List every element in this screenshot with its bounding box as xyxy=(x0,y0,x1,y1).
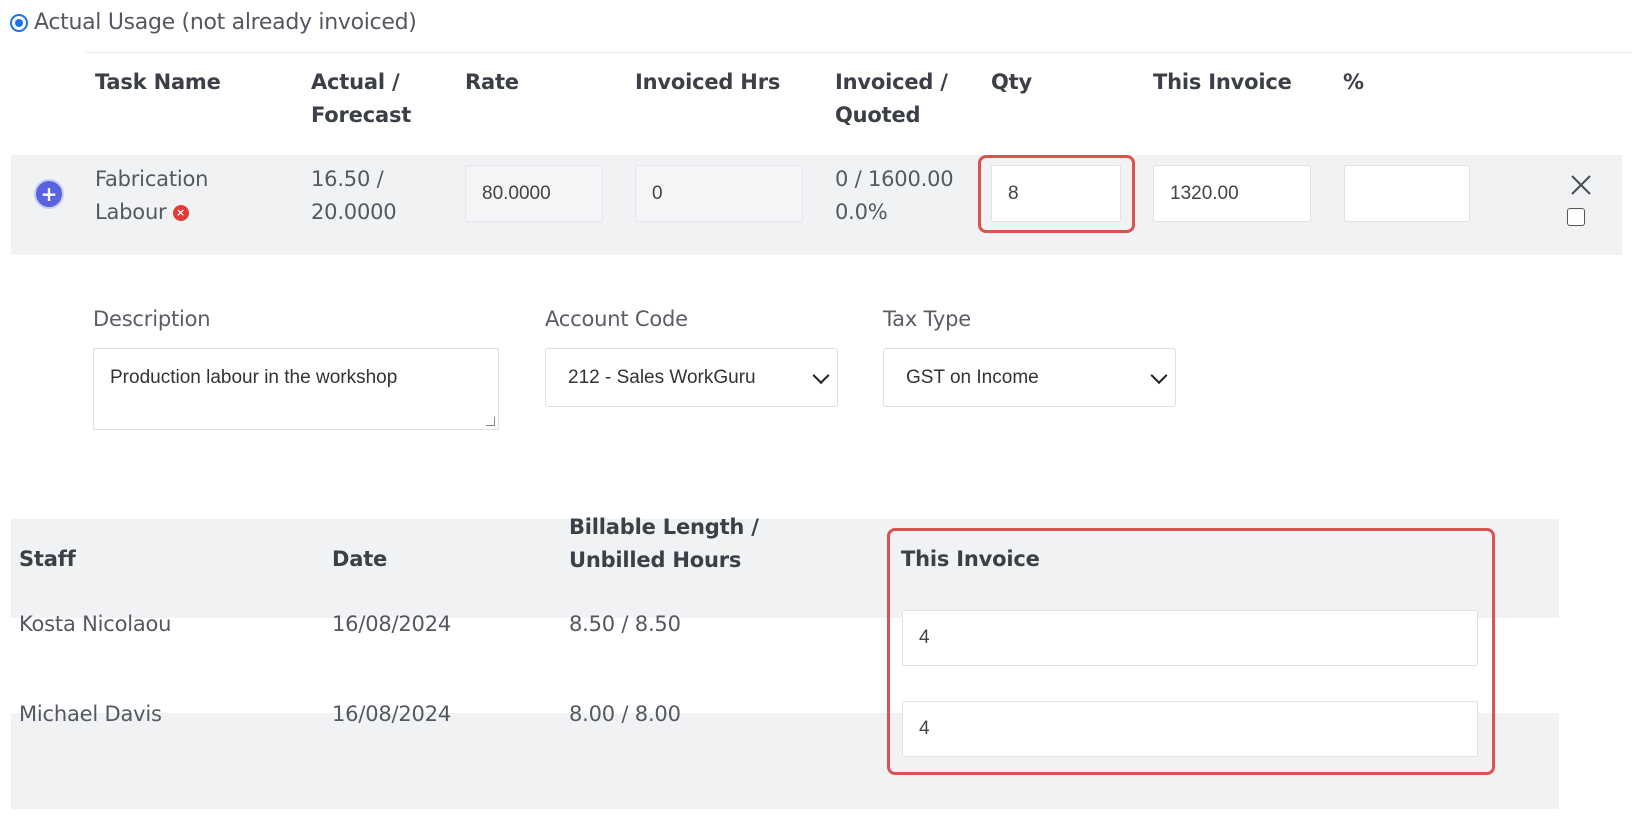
expand-row-icon[interactable]: + xyxy=(34,179,64,209)
account-code-label: Account Code xyxy=(545,307,688,331)
actual-usage-radio[interactable] xyxy=(10,13,28,32)
invoiced-hrs-field[interactable]: 0 xyxy=(635,165,803,222)
percent-input[interactable] xyxy=(1344,165,1470,222)
header-invoiced-quoted: Invoiced / Quoted xyxy=(835,70,948,127)
actual-usage-label: Actual Usage (not already invoiced) xyxy=(34,10,417,35)
billable-cell: 8.50 / 8.50 xyxy=(569,612,681,636)
this-invoice-input[interactable]: 1320.00 xyxy=(1153,165,1311,222)
chevron-down-icon xyxy=(812,366,830,384)
description-textarea[interactable]: Production labour in the workshop xyxy=(93,348,499,430)
invoiced-quoted-cell: 0 / 1600.00 0.0% xyxy=(835,167,954,224)
tax-type-select[interactable]: GST on Income xyxy=(883,348,1176,407)
header-actual-forecast: Actual / Forecast xyxy=(311,70,412,127)
tax-type-label: Tax Type xyxy=(883,307,971,331)
header-task-name: Task Name xyxy=(95,70,221,94)
staff-name-cell: Michael Davis xyxy=(19,702,162,726)
qty-input[interactable]: 8 xyxy=(991,165,1121,222)
actual-usage-option[interactable]: Actual Usage (not already invoiced) xyxy=(10,10,417,35)
header-invoiced-hrs: Invoiced Hrs xyxy=(635,70,781,94)
remove-task-icon[interactable]: × xyxy=(172,205,189,221)
row-select-checkbox[interactable] xyxy=(1567,208,1585,226)
header-percent: % xyxy=(1343,70,1364,94)
task-name-cell: Fabrication Labour × xyxy=(95,167,209,224)
date-cell: 16/08/2024 xyxy=(332,612,452,636)
header-staff: Staff xyxy=(19,547,76,571)
chevron-down-icon xyxy=(1150,366,1168,384)
header-this-invoice: This Invoice xyxy=(1153,70,1292,94)
header-qty: Qty xyxy=(991,70,1032,94)
staff-name-cell: Kosta Nicolaou xyxy=(19,612,172,636)
header-billable: Billable Length / Unbilled Hours xyxy=(569,515,759,572)
close-icon[interactable] xyxy=(1568,172,1594,198)
this-invoice-highlight xyxy=(887,528,1495,775)
actual-forecast-cell: 16.50 / 20.0000 xyxy=(311,167,397,224)
description-label: Description xyxy=(93,307,211,331)
resize-handle-icon[interactable] xyxy=(486,417,495,426)
account-code-select[interactable]: 212 - Sales WorkGuru xyxy=(545,348,838,407)
rate-field[interactable]: 80.0000 xyxy=(465,165,603,222)
divider xyxy=(84,52,1632,53)
date-cell: 16/08/2024 xyxy=(332,702,452,726)
header-date: Date xyxy=(332,547,388,571)
billable-cell: 8.00 / 8.00 xyxy=(569,702,681,726)
header-rate: Rate xyxy=(465,70,519,94)
